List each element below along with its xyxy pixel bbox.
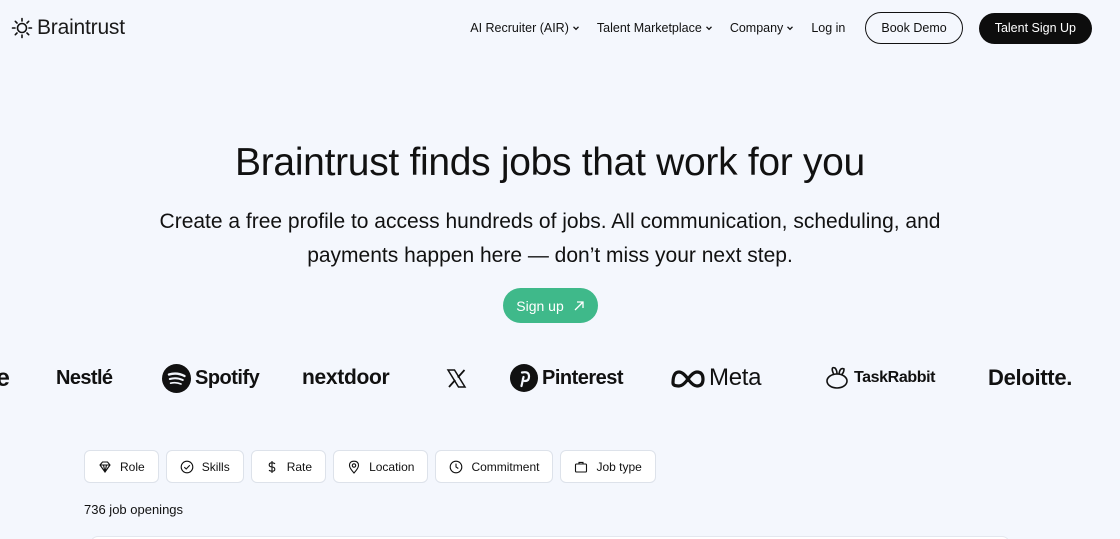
check-circle-icon: [180, 460, 194, 473]
dollar-icon: [268, 460, 276, 473]
nav-label: Talent Marketplace: [596, 21, 702, 35]
taskrabbit-wordmark: TaskRabbit: [854, 369, 936, 386]
filter-label: Job type: [596, 459, 642, 474]
filter-label: Rate: [286, 459, 313, 474]
arrow-up-right-icon: [574, 300, 584, 310]
hero-subtitle-line: Create a free profile to access hundreds…: [159, 210, 941, 233]
x-logo: [446, 360, 467, 396]
hero-subtitle: Create a free profile to access hundreds…: [120, 205, 980, 273]
nav-talent-marketplace[interactable]: Talent Marketplace: [597, 21, 713, 35]
rabbit-icon: [826, 366, 848, 389]
filter-rate[interactable]: Rate: [250, 450, 327, 483]
diamond-icon: [99, 460, 111, 473]
filter-role[interactable]: Role: [84, 450, 159, 483]
clock-icon: [450, 460, 463, 473]
pinterest-wordmark: Pinterest: [542, 366, 624, 389]
spotify-wordmark: Spotify: [195, 366, 260, 389]
nav-label: Company: [729, 21, 784, 35]
spotify-logo: Spotify: [162, 360, 260, 396]
hero-subtitle-line: payments happen here — don’t miss your n…: [307, 244, 793, 267]
filter-label: Skills: [201, 459, 230, 474]
job-filters: Role Skills Rate Location Commitment Job…: [84, 450, 656, 483]
chevron-down-icon: [705, 26, 712, 31]
sun-logo-icon: [11, 17, 33, 39]
location-pin-icon: [349, 460, 360, 474]
main-nav: AI Recruiter (AIR) Talent Marketplace Co…: [470, 12, 1092, 44]
meta-wordmark: Meta: [709, 364, 762, 391]
nav-log-in[interactable]: Log in: [811, 21, 845, 35]
filter-label: Location: [369, 459, 415, 474]
meta-infinity-icon: [671, 370, 705, 388]
client-logo-strip: e Nestlé Spotify nextdoor Pinterest Meta: [0, 360, 1120, 396]
nav-label: AI Recruiter (AIR): [470, 21, 569, 35]
logo-text: Braintrust: [37, 16, 125, 39]
filter-skills[interactable]: Skills: [165, 450, 244, 483]
pinterest-logo: Pinterest: [510, 360, 624, 396]
sign-up-label: Sign up: [516, 297, 564, 314]
talent-sign-up-button[interactable]: Talent Sign Up: [978, 12, 1092, 44]
chevron-down-icon: [572, 26, 579, 31]
filter-commitment[interactable]: Commitment: [435, 450, 554, 483]
filter-location[interactable]: Location: [333, 450, 429, 483]
site-header: Braintrust AI Recruiter (AIR) Talent Mar…: [0, 0, 1120, 58]
page-title: Braintrust finds jobs that work for you: [235, 141, 865, 184]
filter-label: Role: [120, 459, 145, 474]
filter-job-type[interactable]: Job type: [560, 450, 656, 483]
x-icon: [446, 368, 467, 388]
meta-logo: Meta: [670, 360, 761, 396]
pinterest-icon: [510, 364, 538, 392]
braintrust-logo[interactable]: Braintrust: [11, 16, 125, 40]
book-demo-button[interactable]: Book Demo: [865, 12, 963, 44]
chevron-down-icon: [787, 26, 794, 31]
nextdoor-logo: nextdoor: [302, 366, 390, 389]
nav-ai-recruiter[interactable]: AI Recruiter (AIR): [470, 21, 580, 35]
job-openings-count: 736 job openings: [84, 502, 184, 517]
nav-label: Log in: [811, 21, 846, 35]
partial-logo: e: [0, 363, 10, 392]
spotify-icon: [162, 363, 191, 393]
taskrabbit-logo: TaskRabbit: [824, 360, 935, 396]
briefcase-icon: [575, 461, 588, 473]
sign-up-button[interactable]: Sign up: [503, 288, 598, 323]
filter-label: Commitment: [471, 459, 540, 474]
deloitte-logo: Deloitte.: [988, 365, 1073, 390]
nestle-logo: Nestlé: [56, 366, 113, 389]
nav-company[interactable]: Company: [730, 21, 795, 35]
